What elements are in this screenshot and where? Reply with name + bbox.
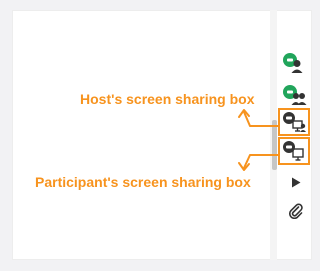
host-annotation-label: Host's screen sharing box — [80, 91, 255, 107]
host-arrow — [243, 111, 279, 127]
participant-arrow — [243, 154, 279, 169]
participant-annotation-label: Participant's screen sharing box — [35, 174, 251, 190]
annotation-arrows — [238, 109, 279, 171]
